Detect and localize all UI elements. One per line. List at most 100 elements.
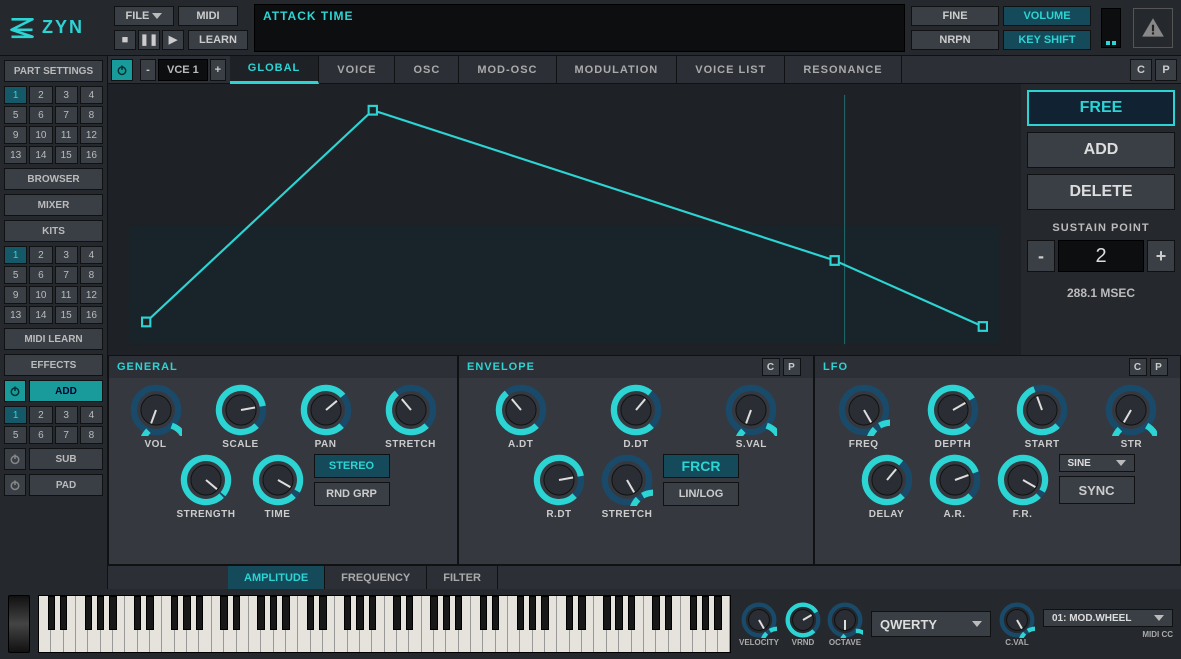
white-key[interactable] [360, 596, 372, 652]
pitch-wheel[interactable] [8, 595, 30, 653]
pad-power-button[interactable] [4, 474, 26, 496]
kit-1[interactable]: 1 [4, 246, 27, 264]
white-key[interactable] [311, 596, 323, 652]
strength-knob[interactable]: STRENGTH [177, 454, 236, 520]
white-key[interactable] [199, 596, 211, 652]
white-key[interactable] [175, 596, 187, 652]
part-15[interactable]: 15 [55, 146, 78, 164]
bottom-tab-frequency[interactable]: FREQUENCY [325, 566, 427, 589]
lfo-copy-button[interactable]: C [1129, 358, 1147, 376]
kit-6[interactable]: 6 [29, 266, 52, 284]
white-key[interactable] [274, 596, 286, 652]
midilearn-button[interactable]: MIDI LEARN [4, 328, 103, 350]
paste-button[interactable]: P [1155, 59, 1177, 81]
kit-2[interactable]: 2 [29, 246, 52, 264]
stop-button[interactable]: ■ [114, 30, 136, 50]
free-mode-button[interactable]: FREE [1027, 90, 1175, 126]
play-button[interactable]: ▶ [162, 30, 184, 50]
white-key[interactable] [113, 596, 125, 652]
browser-button[interactable]: BROWSER [4, 168, 103, 190]
add-voice-8[interactable]: 8 [80, 426, 103, 444]
white-key[interactable] [286, 596, 298, 652]
sub-power-button[interactable] [4, 448, 26, 470]
white-key[interactable] [323, 596, 335, 652]
add-synth-button[interactable]: ADD [29, 380, 103, 402]
kit-10[interactable]: 10 [29, 286, 52, 304]
white-key[interactable] [298, 596, 310, 652]
sync-button[interactable]: SYNC [1059, 476, 1135, 504]
white-key[interactable] [681, 596, 693, 652]
white-key[interactable] [76, 596, 88, 652]
kit-3[interactable]: 3 [55, 246, 78, 264]
vol-knob[interactable]: VOL [130, 384, 182, 450]
kit-15[interactable]: 15 [55, 306, 78, 324]
tab-modulation[interactable]: MODULATION [557, 56, 678, 84]
part-13[interactable]: 13 [4, 146, 27, 164]
tab-resonance[interactable]: RESONANCE [785, 56, 901, 84]
white-key[interactable] [669, 596, 681, 652]
time-knob[interactable]: TIME [252, 454, 304, 520]
white-key[interactable] [619, 596, 631, 652]
rndgrp-button[interactable]: RND GRP [314, 482, 390, 506]
ar-knob[interactable]: A.R. [929, 454, 981, 520]
white-key[interactable] [249, 596, 261, 652]
kit-4[interactable]: 4 [80, 246, 103, 264]
sval-knob[interactable]: S.VAL [725, 384, 777, 450]
tab-mod-osc[interactable]: MOD-OSC [459, 56, 556, 84]
pan-knob[interactable]: PAN [300, 384, 352, 450]
envelope-point-1[interactable] [369, 106, 377, 115]
copy-button[interactable]: C [1130, 59, 1152, 81]
white-key[interactable] [51, 596, 63, 652]
add-voice-4[interactable]: 4 [80, 406, 103, 424]
part-16[interactable]: 16 [80, 146, 103, 164]
white-key[interactable] [446, 596, 458, 652]
sustain-plus-button[interactable]: + [1147, 240, 1175, 272]
file-menu[interactable]: FILE [114, 6, 174, 26]
white-key[interactable] [261, 596, 273, 652]
part-2[interactable]: 2 [29, 86, 52, 104]
white-key[interactable] [422, 596, 434, 652]
white-key[interactable] [64, 596, 76, 652]
part-9[interactable]: 9 [4, 126, 27, 144]
learn-button[interactable]: LEARN [188, 30, 248, 50]
frcr-button[interactable]: FRCR [663, 454, 739, 478]
part-10[interactable]: 10 [29, 126, 52, 144]
delete-point-button[interactable]: DELETE [1027, 174, 1175, 210]
part-4[interactable]: 4 [80, 86, 103, 104]
warning-button[interactable] [1133, 8, 1173, 48]
white-key[interactable] [335, 596, 347, 652]
ddt-knob[interactable]: D.DT [610, 384, 662, 450]
envelope-point-3[interactable] [979, 322, 987, 331]
white-key[interactable] [101, 596, 113, 652]
tab-global[interactable]: GLOBAL [230, 56, 319, 84]
stretch-knob[interactable]: STRETCH [601, 454, 653, 520]
tab-voice-list[interactable]: VOICE LIST [677, 56, 785, 84]
part-settings-button[interactable]: PART SETTINGS [4, 60, 103, 82]
kit-14[interactable]: 14 [29, 306, 52, 324]
tab-voice[interactable]: VOICE [319, 56, 395, 84]
white-key[interactable] [570, 596, 582, 652]
white-key[interactable] [434, 596, 446, 652]
linlog-button[interactable]: LIN/LOG [663, 482, 739, 506]
white-key[interactable] [533, 596, 545, 652]
envelope-graph[interactable] [108, 84, 1021, 355]
velocity-knob[interactable]: VELOCITY [739, 602, 779, 647]
octave-knob[interactable]: OCTAVE [827, 602, 863, 647]
piano-keyboard[interactable] [38, 595, 731, 653]
kit-16[interactable]: 16 [80, 306, 103, 324]
kit-5[interactable]: 5 [4, 266, 27, 284]
white-key[interactable] [162, 596, 174, 652]
add-voice-6[interactable]: 6 [29, 426, 52, 444]
add-point-button[interactable]: ADD [1027, 132, 1175, 168]
cval-knob[interactable]: C.VAL [999, 602, 1035, 647]
part-6[interactable]: 6 [29, 106, 52, 124]
part-7[interactable]: 7 [55, 106, 78, 124]
white-key[interactable] [187, 596, 199, 652]
white-key[interactable] [545, 596, 557, 652]
midi-button[interactable]: MIDI [178, 6, 238, 26]
part-12[interactable]: 12 [80, 126, 103, 144]
white-key[interactable] [706, 596, 718, 652]
white-key[interactable] [348, 596, 360, 652]
mixer-button[interactable]: MIXER [4, 194, 103, 216]
scale-knob[interactable]: SCALE [215, 384, 267, 450]
